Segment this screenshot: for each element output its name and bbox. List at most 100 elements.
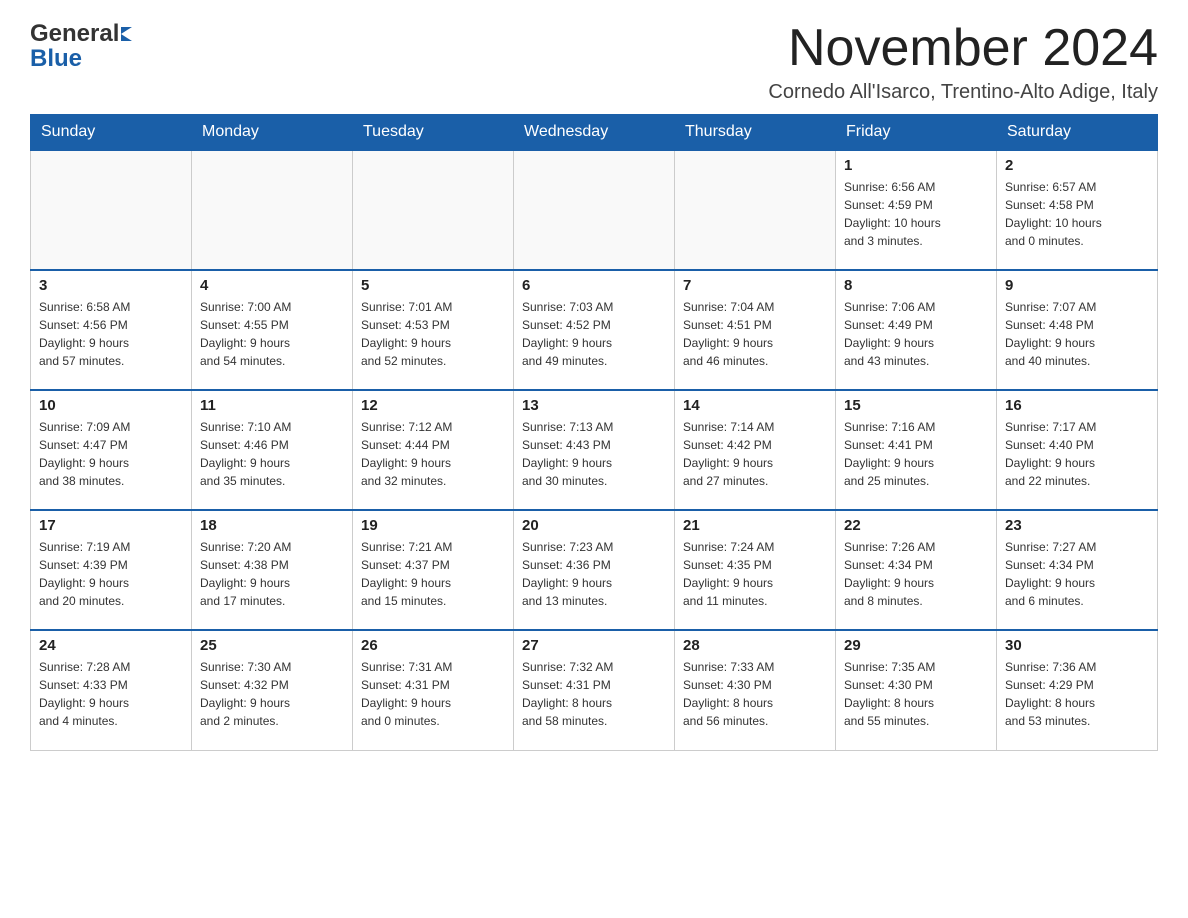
calendar-cell: 24 Sunrise: 7:28 AMSunset: 4:33 PMDayligh… [31,630,192,750]
day-number: 24 [39,637,183,654]
day-number: 1 [844,157,988,174]
day-number: 13 [522,397,666,414]
day-info: Sunrise: 7:07 AMSunset: 4:48 PMDaylight:… [1005,298,1149,370]
day-number: 25 [200,637,344,654]
calendar-week-row: 1 Sunrise: 6:56 AMSunset: 4:59 PMDaylight… [31,150,1158,270]
calendar-table: SundayMondayTuesdayWednesdayThursdayFrid… [30,114,1158,751]
calendar-cell: 15 Sunrise: 7:16 AMSunset: 4:41 PMDayligh… [836,390,997,510]
day-info: Sunrise: 7:03 AMSunset: 4:52 PMDaylight:… [522,298,666,370]
day-number: 15 [844,397,988,414]
calendar-cell: 12 Sunrise: 7:12 AMSunset: 4:44 PMDayligh… [353,390,514,510]
day-info: Sunrise: 7:10 AMSunset: 4:46 PMDaylight:… [200,418,344,490]
calendar-cell: 9 Sunrise: 7:07 AMSunset: 4:48 PMDaylight… [997,270,1158,390]
day-info: Sunrise: 7:06 AMSunset: 4:49 PMDaylight:… [844,298,988,370]
calendar-cell [675,150,836,270]
day-info: Sunrise: 7:13 AMSunset: 4:43 PMDaylight:… [522,418,666,490]
calendar-week-row: 17Sunrise: 7:19 AMSunset: 4:39 PMDayligh… [31,510,1158,630]
day-number: 16 [1005,397,1149,414]
day-info: Sunrise: 7:26 AMSunset: 4:34 PMDaylight:… [844,538,988,610]
day-info: Sunrise: 6:57 AMSunset: 4:58 PMDaylight:… [1005,178,1149,250]
calendar-week-row: 3Sunrise: 6:58 AMSunset: 4:56 PMDaylight… [31,270,1158,390]
calendar-cell [31,150,192,270]
day-number: 22 [844,517,988,534]
weekday-header-tuesday: Tuesday [353,115,514,151]
day-info: Sunrise: 7:14 AMSunset: 4:42 PMDaylight:… [683,418,827,490]
day-info: Sunrise: 7:17 AMSunset: 4:40 PMDaylight:… [1005,418,1149,490]
weekday-header-friday: Friday [836,115,997,151]
day-info: Sunrise: 7:31 AMSunset: 4:31 PMDaylight:… [361,658,505,730]
weekday-header-sunday: Sunday [31,115,192,151]
day-number: 11 [200,397,344,414]
calendar-cell [353,150,514,270]
day-number: 20 [522,517,666,534]
calendar-cell [192,150,353,270]
calendar-cell: 30 Sunrise: 7:36 AMSunset: 4:29 PMDayligh… [997,630,1158,750]
day-info: Sunrise: 7:28 AMSunset: 4:33 PMDaylight:… [39,658,183,730]
day-info: Sunrise: 7:12 AMSunset: 4:44 PMDaylight:… [361,418,505,490]
day-info: Sunrise: 7:32 AMSunset: 4:31 PMDaylight:… [522,658,666,730]
day-number: 7 [683,277,827,294]
day-number: 12 [361,397,505,414]
calendar-cell: 6 Sunrise: 7:03 AMSunset: 4:52 PMDaylight… [514,270,675,390]
calendar-cell: 14 Sunrise: 7:14 AMSunset: 4:42 PMDayligh… [675,390,836,510]
day-number: 14 [683,397,827,414]
weekday-header-monday: Monday [192,115,353,151]
logo-general-text: General [30,20,119,48]
weekday-header-thursday: Thursday [675,115,836,151]
title-section: November 2024 Cornedo All'Isarco, Trenti… [768,20,1158,104]
day-info: Sunrise: 7:27 AMSunset: 4:34 PMDaylight:… [1005,538,1149,610]
calendar-cell: 18 Sunrise: 7:20 AMSunset: 4:38 PMDayligh… [192,510,353,630]
day-number: 18 [200,517,344,534]
day-info: Sunrise: 7:16 AMSunset: 4:41 PMDaylight:… [844,418,988,490]
calendar-cell: 3Sunrise: 6:58 AMSunset: 4:56 PMDaylight… [31,270,192,390]
day-info: Sunrise: 7:23 AMSunset: 4:36 PMDaylight:… [522,538,666,610]
calendar-cell: 4Sunrise: 7:00 AMSunset: 4:55 PMDaylight… [192,270,353,390]
day-number: 9 [1005,277,1149,294]
calendar-week-row: 10 Sunrise: 7:09 AMSunset: 4:47 PMDayligh… [31,390,1158,510]
calendar-cell: 11 Sunrise: 7:10 AMSunset: 4:46 PMDayligh… [192,390,353,510]
calendar-cell: 16 Sunrise: 7:17 AMSunset: 4:40 PMDayligh… [997,390,1158,510]
calendar-cell: 2 Sunrise: 6:57 AMSunset: 4:58 PMDaylight… [997,150,1158,270]
day-number: 21 [683,517,827,534]
calendar-cell: 19Sunrise: 7:21 AMSunset: 4:37 PMDayligh… [353,510,514,630]
weekday-header-wednesday: Wednesday [514,115,675,151]
day-number: 3 [39,277,183,294]
day-number: 10 [39,397,183,414]
calendar-cell: 27 Sunrise: 7:32 AMSunset: 4:31 PMDayligh… [514,630,675,750]
weekday-header-row: SundayMondayTuesdayWednesdayThursdayFrid… [31,115,1158,151]
day-info: Sunrise: 7:35 AMSunset: 4:30 PMDaylight:… [844,658,988,730]
calendar-cell: 13 Sunrise: 7:13 AMSunset: 4:43 PMDayligh… [514,390,675,510]
calendar-cell: 17Sunrise: 7:19 AMSunset: 4:39 PMDayligh… [31,510,192,630]
day-info: Sunrise: 7:24 AMSunset: 4:35 PMDaylight:… [683,538,827,610]
calendar-cell: 28Sunrise: 7:33 AMSunset: 4:30 PMDayligh… [675,630,836,750]
day-info: Sunrise: 7:00 AMSunset: 4:55 PMDaylight:… [200,298,344,370]
day-number: 2 [1005,157,1149,174]
calendar-cell: 7 Sunrise: 7:04 AMSunset: 4:51 PMDaylight… [675,270,836,390]
day-info: Sunrise: 7:36 AMSunset: 4:29 PMDaylight:… [1005,658,1149,730]
day-info: Sunrise: 7:04 AMSunset: 4:51 PMDaylight:… [683,298,827,370]
day-number: 27 [522,637,666,654]
calendar-cell: 26Sunrise: 7:31 AMSunset: 4:31 PMDayligh… [353,630,514,750]
page-header: General Blue November 2024 Cornedo All'I… [30,20,1158,104]
calendar-cell: 5Sunrise: 7:01 AMSunset: 4:53 PMDaylight… [353,270,514,390]
weekday-header-saturday: Saturday [997,115,1158,151]
calendar-cell: 1 Sunrise: 6:56 AMSunset: 4:59 PMDaylight… [836,150,997,270]
day-number: 5 [361,277,505,294]
location-title: Cornedo All'Isarco, Trentino-Alto Adige,… [768,81,1158,104]
day-info: Sunrise: 7:30 AMSunset: 4:32 PMDaylight:… [200,658,344,730]
day-info: Sunrise: 7:09 AMSunset: 4:47 PMDaylight:… [39,418,183,490]
day-number: 29 [844,637,988,654]
logo-flag-icon [121,27,132,41]
day-number: 6 [522,277,666,294]
logo: General Blue [30,20,134,73]
day-number: 30 [1005,637,1149,654]
calendar-cell: 22 Sunrise: 7:26 AMSunset: 4:34 PMDayligh… [836,510,997,630]
day-info: Sunrise: 6:56 AMSunset: 4:59 PMDaylight:… [844,178,988,250]
day-number: 17 [39,517,183,534]
day-info: Sunrise: 7:20 AMSunset: 4:38 PMDaylight:… [200,538,344,610]
calendar-cell: 20 Sunrise: 7:23 AMSunset: 4:36 PMDayligh… [514,510,675,630]
day-number: 23 [1005,517,1149,534]
day-info: Sunrise: 7:21 AMSunset: 4:37 PMDaylight:… [361,538,505,610]
calendar-cell: 29 Sunrise: 7:35 AMSunset: 4:30 PMDayligh… [836,630,997,750]
calendar-cell: 8Sunrise: 7:06 AMSunset: 4:49 PMDaylight… [836,270,997,390]
